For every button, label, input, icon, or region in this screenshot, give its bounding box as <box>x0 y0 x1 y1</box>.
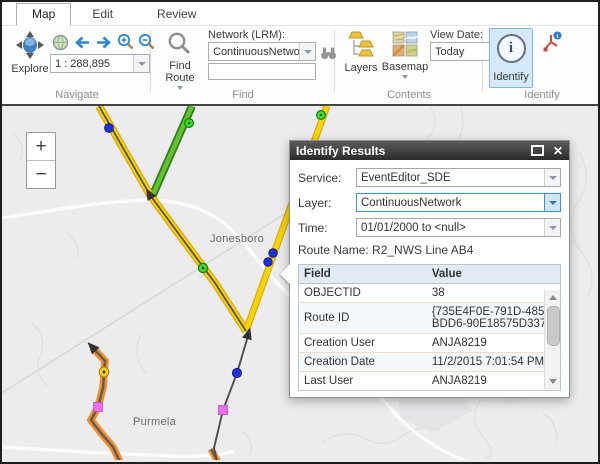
network-lrm-value: ContinuousNetwork <box>209 46 299 58</box>
service-label: Service: <box>298 171 356 185</box>
identify-results-title: Identify Results <box>296 144 385 158</box>
binoculars-icon[interactable] <box>320 44 337 66</box>
map-label-purmela: Purmela <box>133 416 176 428</box>
time-combobox[interactable]: 01/01/2000 to <null> <box>356 218 561 237</box>
find-route-label: Find <box>169 60 190 72</box>
forward-arrow-icon[interactable] <box>95 34 113 56</box>
find-route-label: Route <box>165 72 194 84</box>
basemap-icon <box>392 31 419 61</box>
network-lrm-label: Network (LRM): <box>208 29 285 41</box>
tab-edit[interactable]: Edit <box>77 4 128 25</box>
route-name-label: Route Name: <box>298 243 369 257</box>
identify-button[interactable]: i Identify <box>489 28 533 88</box>
table-row[interactable]: Last User ANJA8219 <box>299 372 561 391</box>
identify-i-icon: i <box>497 34 526 63</box>
explore-compass-icon <box>15 30 45 63</box>
ribbon-tab-bar: Map Edit Review <box>2 2 598 26</box>
map-scale-value: 1 : 288,895 <box>51 58 133 70</box>
yellow-point-marker[interactable] <box>99 367 109 377</box>
find-route-search-input[interactable] <box>208 63 316 80</box>
value-column-header[interactable]: Value <box>427 265 561 284</box>
table-scrollbar[interactable] <box>544 290 560 389</box>
network-lrm-combobox[interactable]: ContinuousNetwork <box>208 42 316 61</box>
zoom-out-icon[interactable] <box>138 33 156 56</box>
field-column-header[interactable]: Field <box>299 265 427 284</box>
layers-label: Layers <box>344 62 377 74</box>
basemap-dropdown-caret <box>402 75 408 79</box>
identify-label: Identify <box>493 71 528 83</box>
layers-button[interactable]: Layers <box>342 31 380 74</box>
time-label: Time: <box>298 221 356 235</box>
tab-review[interactable]: Review <box>142 4 211 25</box>
identify-group-label: Identify <box>484 89 600 101</box>
attributes-table: Field Value OBJECTID 38 Route ID {735E4F… <box>298 264 561 391</box>
map-zoom-out-button[interactable]: − <box>27 161 55 188</box>
contents-group-label: Contents <box>336 89 482 101</box>
svg-text:i: i <box>557 33 559 40</box>
zoom-in-icon[interactable] <box>117 33 135 56</box>
table-header-row: Field Value <box>299 265 561 284</box>
scrollbar-down-arrow[interactable] <box>545 375 560 388</box>
ribbon: Explore <box>2 26 598 104</box>
tab-map[interactable]: Map <box>16 3 71 26</box>
map-scale-dropdown-button[interactable] <box>133 55 149 72</box>
navigate-group-label: Navigate <box>4 89 150 101</box>
identify-results-title-bar[interactable]: Identify Results ✕ <box>290 141 569 160</box>
identify-results-panel: Identify Results ✕ Service: EventEditor_… <box>289 140 570 398</box>
maximize-icon[interactable] <box>531 145 544 156</box>
back-arrow-icon[interactable] <box>73 34 91 56</box>
time-value: 01/01/2000 to <null> <box>357 222 544 234</box>
find-route-magnifier-icon <box>167 31 193 60</box>
table-row[interactable]: Creation Date 11/2/2015 7:01:54 PM <box>299 353 561 372</box>
service-dropdown-button[interactable] <box>544 169 560 186</box>
view-date-label: View Date: <box>430 29 483 41</box>
find-group-label: Find <box>152 89 334 101</box>
layer-combobox[interactable]: ContinuousNetwork <box>356 193 561 212</box>
layer-label: Layer: <box>298 196 356 210</box>
explore-label: Explore <box>11 63 48 75</box>
route-name-value: R2_NWS Line AB4 <box>372 243 473 257</box>
map-canvas[interactable]: Jonesboro Purmela + − Identify Results ✕… <box>2 104 598 462</box>
scrollbar-thumb[interactable] <box>547 306 560 346</box>
time-dropdown-button[interactable] <box>544 219 560 236</box>
table-row[interactable]: Creation User ANJA8219 <box>299 334 561 353</box>
table-row[interactable]: Route ID {735E4F0E-791D-4859-BDD6-90E185… <box>299 303 561 334</box>
map-scale-combobox[interactable]: 1 : 288,895 <box>50 54 150 73</box>
table-row[interactable]: OBJECTID 38 <box>299 284 561 303</box>
layers-icon <box>347 31 375 62</box>
find-route-button[interactable]: Find Route <box>158 31 202 90</box>
layer-dropdown-button[interactable] <box>544 194 560 211</box>
map-zoom-control: + − <box>26 132 56 189</box>
app-window: Map Edit Review Explore <box>0 0 600 464</box>
pink-square-markers[interactable] <box>94 403 228 415</box>
identify-route-tool-icon[interactable]: i <box>541 31 563 58</box>
basemap-label: Basemap <box>382 61 428 73</box>
panel-callout-pointer <box>280 264 290 284</box>
full-extent-globe-icon[interactable] <box>52 34 69 56</box>
service-value: EventEditor_SDE <box>357 172 544 184</box>
explore-button[interactable]: Explore <box>10 30 50 75</box>
scrollbar-up-arrow[interactable] <box>545 291 560 304</box>
route-name-row: Route Name: R2_NWS Line AB4 <box>298 243 561 257</box>
network-lrm-dropdown-button[interactable] <box>299 43 315 60</box>
service-combobox[interactable]: EventEditor_SDE <box>356 168 561 187</box>
layer-value: ContinuousNetwork <box>357 197 544 209</box>
close-icon[interactable]: ✕ <box>553 145 563 157</box>
map-zoom-in-button[interactable]: + <box>27 133 55 161</box>
basemap-button[interactable]: Basemap <box>384 31 426 79</box>
map-label-jonesboro: Jonesboro <box>210 233 264 245</box>
